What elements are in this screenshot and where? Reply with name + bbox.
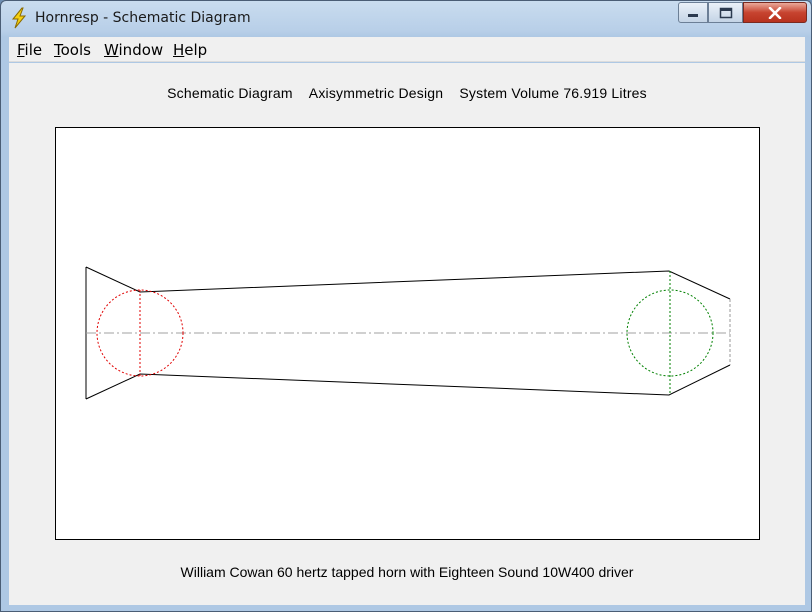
horn-upper-outline	[85, 266, 731, 300]
schematic-drawing	[85, 266, 731, 400]
menu-bar: File Tools Window Help	[9, 37, 805, 62]
lightning-bolt-icon	[11, 7, 27, 29]
maximize-icon	[719, 7, 732, 18]
title-bar[interactable]: Hornresp - Schematic Diagram	[1, 1, 811, 35]
horn-lower-outline	[85, 364, 731, 400]
heading-diagram-type: Schematic Diagram	[167, 85, 293, 101]
close-icon	[768, 6, 782, 19]
maximize-button[interactable]	[708, 2, 743, 23]
close-button[interactable]	[743, 2, 807, 23]
menu-window[interactable]: Window	[104, 41, 163, 59]
minimize-button[interactable]	[678, 2, 708, 23]
minimize-icon	[688, 13, 698, 17]
window-title: Hornresp - Schematic Diagram	[35, 10, 251, 26]
diagram-caption: William Cowan 60 hertz tapped horn with …	[180, 564, 634, 580]
client-area: Schematic Diagram Axisymmetric Design Sy…	[9, 63, 805, 605]
heading-design: Axisymmetric Design	[308, 85, 444, 101]
heading-system-volume: System Volume 76.919 Litres	[459, 85, 647, 101]
menu-tools[interactable]: Tools	[54, 41, 91, 59]
schematic-canvas	[55, 127, 760, 540]
menu-help[interactable]: Help	[173, 41, 207, 59]
application-window: Hornresp - Schematic Diagram File Tools …	[0, 0, 812, 612]
diagram-heading: Schematic Diagram Axisymmetric Design Sy…	[9, 85, 805, 101]
menu-file[interactable]: File	[17, 41, 42, 59]
